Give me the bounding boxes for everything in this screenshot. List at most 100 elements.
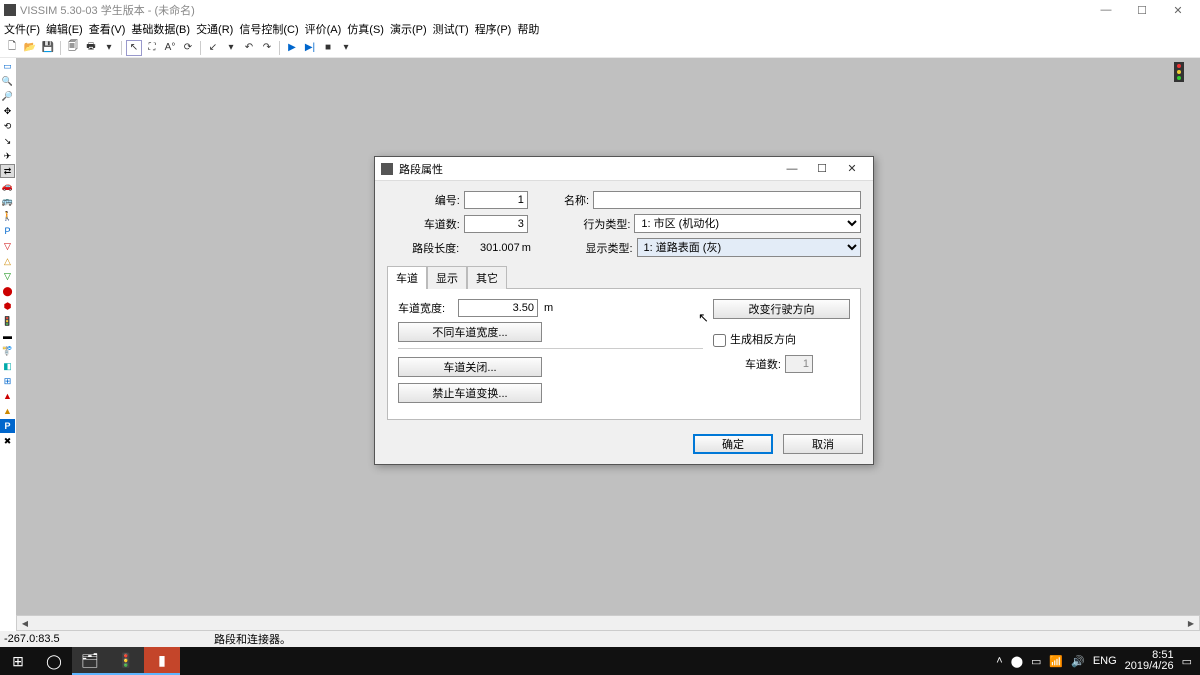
- dialog-titlebar[interactable]: 路段属性 — ☐ ✕: [375, 157, 873, 181]
- copy-icon[interactable]: 🗐: [65, 40, 81, 56]
- print-icon[interactable]: 🖶: [83, 40, 99, 56]
- menu-file[interactable]: 文件(F): [4, 21, 40, 37]
- tab-display[interactable]: 显示: [427, 266, 467, 289]
- ltool-rotate-icon[interactable]: ⟲: [0, 119, 15, 133]
- tray-clock[interactable]: 8:512019/4/26: [1125, 650, 1174, 672]
- menu-test[interactable]: 测试(T): [433, 21, 469, 37]
- ltool-section-icon[interactable]: ⊞: [0, 374, 15, 388]
- dialog-close-button[interactable]: ✕: [837, 162, 867, 175]
- menu-signal[interactable]: 信号控制(C): [239, 21, 298, 37]
- ltool-ped-icon[interactable]: 🚶: [0, 209, 15, 223]
- ltool-pan-icon[interactable]: ✥: [0, 104, 15, 118]
- ltool-yield2-icon[interactable]: △: [0, 254, 15, 268]
- ltool-stop-icon[interactable]: ⬢: [0, 299, 15, 313]
- tray-notif-icon[interactable]: ▭: [1182, 655, 1192, 668]
- label-length: 路段长度:: [387, 240, 463, 256]
- tray-wifi-icon[interactable]: 📶: [1049, 655, 1063, 668]
- ltool-warn2-icon[interactable]: ▲: [0, 404, 15, 418]
- menu-prog[interactable]: 程序(P): [475, 21, 512, 37]
- menu-demo[interactable]: 演示(P): [390, 21, 427, 37]
- dialog-minimize-button[interactable]: —: [777, 163, 807, 175]
- ltool-window-icon[interactable]: ▭: [0, 59, 15, 73]
- ltool-detector-icon[interactable]: ▬: [0, 329, 15, 343]
- statusbar: -267.0:83.5 路段和连接器。: [0, 631, 1200, 647]
- tool-dropdown-icon[interactable]: ▾: [101, 40, 117, 56]
- ltool-signal-icon[interactable]: 🚦: [0, 314, 15, 328]
- tool-dropdown3-icon[interactable]: ▾: [338, 40, 354, 56]
- ltool-link-icon[interactable]: ⇄: [0, 164, 15, 178]
- select-behavior[interactable]: 1: 市区 (机动化): [634, 214, 861, 233]
- tray-volume-icon[interactable]: 🔊: [1071, 655, 1085, 668]
- ltool-car-icon[interactable]: 🚗: [0, 179, 15, 193]
- refresh-icon[interactable]: ⟳: [180, 40, 196, 56]
- ltool-detector2-icon[interactable]: ◧: [0, 359, 15, 373]
- ltool-p-icon[interactable]: P: [0, 419, 15, 433]
- input-lanewidth[interactable]: [458, 299, 538, 317]
- ltool-zoomin-icon[interactable]: 🔍: [0, 74, 15, 88]
- tab-lane[interactable]: 车道: [387, 266, 427, 289]
- system-tray[interactable]: ˄ ⬤ ▭ 📶 🔊 ENG 8:512019/4/26 ▭: [996, 650, 1200, 672]
- dialog-maximize-button[interactable]: ☐: [807, 162, 837, 175]
- ltool-speed-icon[interactable]: ⬤: [0, 284, 15, 298]
- menu-help[interactable]: 帮助: [517, 21, 539, 37]
- start-button[interactable]: ⊞: [0, 647, 36, 675]
- input-name[interactable]: [593, 191, 861, 209]
- app-task-button[interactable]: ▮: [144, 647, 180, 675]
- redo-icon[interactable]: ↷: [259, 40, 275, 56]
- btn-lane-close[interactable]: 车道关闭...: [398, 357, 542, 377]
- open-icon[interactable]: 📂: [22, 40, 38, 56]
- stop-icon[interactable]: ■: [320, 40, 336, 56]
- check-gen-opposite[interactable]: 生成相反方向: [713, 334, 796, 346]
- tray-ime[interactable]: ENG: [1093, 655, 1117, 667]
- scrollbar-horizontal[interactable]: ◀ ▶: [16, 615, 1200, 631]
- menu-traffic[interactable]: 交通(R): [196, 21, 233, 37]
- close-button[interactable]: ✕: [1160, 1, 1196, 19]
- explorer-button[interactable]: 🗂: [72, 647, 108, 675]
- menu-edit[interactable]: 编辑(E): [46, 21, 83, 37]
- ltool-measure-icon[interactable]: ↘: [0, 134, 15, 148]
- tab-other[interactable]: 其它: [467, 266, 507, 289]
- ltool-yield1-icon[interactable]: ▽: [0, 239, 15, 253]
- ltool-parking-icon[interactable]: P: [0, 224, 15, 238]
- input-lanes[interactable]: [464, 215, 528, 233]
- undo-icon[interactable]: ↶: [241, 40, 257, 56]
- cancel-button[interactable]: 取消: [783, 434, 863, 454]
- step-icon[interactable]: ▶|: [302, 40, 318, 56]
- cortana-button[interactable]: ◯: [36, 647, 72, 675]
- menu-sim[interactable]: 仿真(S): [347, 21, 384, 37]
- menu-eval[interactable]: 评价(A): [305, 21, 342, 37]
- btn-forbid-change[interactable]: 禁止车道变换...: [398, 383, 542, 403]
- maximize-button[interactable]: ☐: [1124, 1, 1160, 19]
- btn-change-direction[interactable]: 改变行驶方向: [713, 299, 850, 319]
- play-icon[interactable]: ▶: [284, 40, 300, 56]
- select-display[interactable]: 1: 道路表面 (灰): [637, 238, 861, 257]
- ok-button[interactable]: 确定: [693, 434, 773, 454]
- ltool-bus-icon[interactable]: 🚌: [0, 194, 15, 208]
- ltool-warn-icon[interactable]: ▲: [0, 389, 15, 403]
- btn-diff-lanewidth[interactable]: 不同车道宽度...: [398, 322, 542, 342]
- tool-dropdown2-icon[interactable]: ▾: [223, 40, 239, 56]
- vissim-task-button[interactable]: 🚦: [108, 647, 144, 675]
- save-icon[interactable]: 💾: [40, 40, 56, 56]
- tray-up-icon[interactable]: ˄: [996, 655, 1002, 667]
- new-icon[interactable]: 🗋: [4, 40, 20, 56]
- zoom-fit-icon[interactable]: ⛶: [144, 40, 160, 56]
- scroll-left-icon[interactable]: ◀: [17, 616, 33, 630]
- titlebar: VISSIM 5.30-03 学生版本 - (未命名) — ☐ ✕: [0, 0, 1200, 20]
- input-id[interactable]: [464, 191, 528, 209]
- minimize-button[interactable]: —: [1088, 1, 1124, 19]
- ltool-yield3-icon[interactable]: ▽: [0, 269, 15, 283]
- menu-basedata[interactable]: 基础数据(B): [131, 21, 190, 37]
- menu-view[interactable]: 查看(V): [89, 21, 126, 37]
- measure-icon[interactable]: ↙: [205, 40, 221, 56]
- tray-wechat-icon[interactable]: ⬤: [1011, 655, 1023, 668]
- ltool-fly-icon[interactable]: ✈: [0, 149, 15, 163]
- label-lanecount2: 车道数:: [713, 356, 785, 372]
- ltool-zoomout-icon[interactable]: 🔎: [0, 89, 15, 103]
- scroll-right-icon[interactable]: ▶: [1183, 616, 1199, 630]
- select-icon[interactable]: ↖: [126, 40, 142, 56]
- ltool-node-icon[interactable]: ✖: [0, 434, 15, 448]
- ltool-busstop-icon[interactable]: 🚏: [0, 344, 15, 358]
- text-icon[interactable]: A°: [162, 40, 178, 56]
- tray-battery-icon[interactable]: ▭: [1031, 655, 1041, 668]
